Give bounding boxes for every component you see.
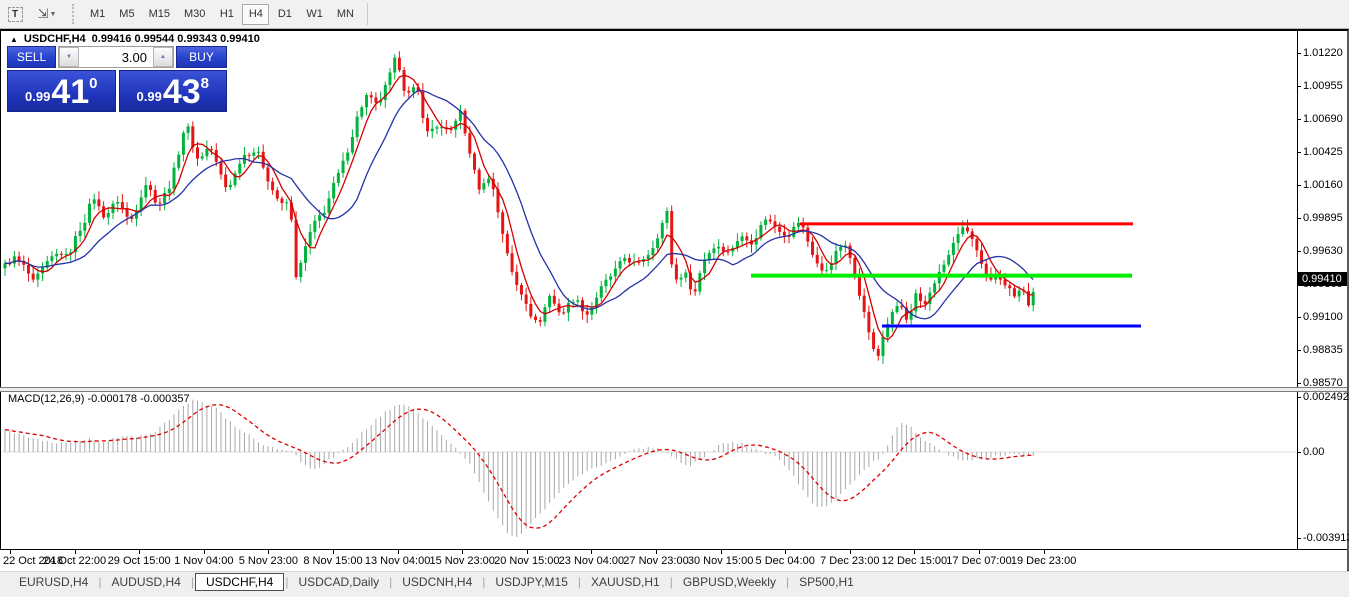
macd-name: MACD(12,26,9) [8, 393, 84, 405]
current-price-marker: 0.99410 [1298, 272, 1347, 286]
buy-price-prefix: 0.99 [137, 89, 162, 104]
sell-price-big: 41 [51, 73, 89, 111]
macd-tick-label: 0.002492 [1303, 391, 1349, 403]
price-tick-mark [1297, 383, 1301, 384]
price-tick-label: 1.01220 [1303, 47, 1343, 59]
sell-button[interactable]: SELL [7, 46, 56, 68]
macd-tick-mark [1297, 538, 1301, 539]
time-tick-mark [268, 550, 269, 554]
chart-title: ▲ USDCHF,H4 0.99416 0.99544 0.99343 0.99… [10, 33, 260, 45]
time-tick-label: 17 Dec 07:00 [946, 555, 1011, 567]
time-tick-label: 7 Dec 23:00 [820, 555, 879, 567]
time-tick-label: 15 Nov 23:00 [429, 555, 494, 567]
price-tick-mark [1297, 185, 1301, 186]
price-tick-label: 1.00955 [1303, 80, 1343, 92]
time-tick-mark [139, 550, 140, 554]
horizontal-level-lines[interactable] [751, 224, 1141, 326]
time-tick-mark [914, 550, 915, 554]
trading-terminal: T ⇲ ▼ M1M5M15M30H1H4D1W1MN ▲ USDCHF,H4 0… [0, 0, 1349, 597]
time-tick-label: 12 Dec 15:00 [882, 555, 947, 567]
price-tick-mark [1297, 317, 1301, 318]
time-tick-label: 20 Nov 15:00 [494, 555, 559, 567]
time-tick-mark [398, 550, 399, 554]
price-tick-mark [1297, 251, 1301, 252]
volume-input[interactable] [79, 47, 153, 67]
buy-price-big: 43 [163, 73, 201, 111]
time-tick-label: 13 Nov 04:00 [365, 555, 430, 567]
sell-price-pipette: 0 [89, 75, 97, 92]
time-tick-mark [75, 550, 76, 554]
buy-price-button[interactable]: 0.99 43 8 [119, 70, 228, 112]
sell-price-button[interactable]: 0.99 41 0 [7, 70, 116, 112]
time-tick-mark [10, 550, 11, 554]
sell-price-prefix: 0.99 [25, 89, 50, 104]
time-axis[interactable]: 22 Oct 201824 Oct 22:0029 Oct 15:001 Nov… [0, 550, 1347, 571]
macd-tick-mark [1297, 397, 1301, 398]
time-tick-label: 23 Nov 04:00 [559, 555, 624, 567]
macd-values: -0.000178 -0.000357 [87, 393, 189, 405]
price-tick-label: 0.98835 [1303, 344, 1343, 356]
time-tick-mark [527, 550, 528, 554]
price-tick-mark [1297, 53, 1301, 54]
macd-tick-mark [1297, 452, 1301, 453]
time-tick-mark [333, 550, 334, 554]
price-tick-label: 0.99895 [1303, 212, 1343, 224]
time-tick-mark [850, 550, 851, 554]
moving-averages [5, 75, 1033, 340]
collapse-panel-icon[interactable]: ▲ [10, 35, 18, 44]
buy-price-pipette: 8 [201, 75, 209, 92]
time-tick-label: 5 Dec 04:00 [756, 555, 815, 567]
time-tick-label: 8 Nov 15:00 [303, 555, 362, 567]
time-tick-label: 30 Nov 15:00 [688, 555, 753, 567]
time-tick-mark [204, 550, 205, 554]
volume-increase-button[interactable]: ▲ [153, 47, 173, 67]
trade-panel-price-row: 0.99 41 0 0.99 43 8 [7, 70, 227, 112]
time-tick-mark [785, 550, 786, 554]
price-tick-label: 1.00160 [1303, 179, 1343, 191]
symbol-period-label: USDCHF,H4 [24, 33, 86, 45]
time-tick-mark [462, 550, 463, 554]
price-tick-label: 0.99100 [1303, 311, 1343, 323]
volume-decrease-button[interactable]: ▼ [59, 47, 79, 67]
one-click-trading-panel: SELL ▼ ▲ BUY 0.99 41 0 0.99 43 8 [7, 46, 227, 112]
macd-histogram [5, 400, 1033, 537]
trade-panel-top-row: SELL ▼ ▲ BUY [7, 46, 227, 68]
price-tick-label: 1.00690 [1303, 113, 1343, 125]
time-tick-label: 24 Oct 22:00 [43, 555, 106, 567]
time-tick-label: 5 Nov 23:00 [239, 555, 298, 567]
macd-indicator-label: MACD(12,26,9) -0.000178 -0.000357 [8, 393, 190, 405]
time-tick-mark [656, 550, 657, 554]
price-tick-mark [1297, 350, 1301, 351]
time-tick-label: 19 Dec 23:00 [1011, 555, 1076, 567]
time-tick-label: 29 Oct 15:00 [108, 555, 171, 567]
time-tick-label: 27 Nov 23:00 [623, 555, 688, 567]
price-tick-label: 1.00425 [1303, 146, 1343, 158]
macd-signal-line [5, 405, 1033, 529]
time-tick-mark [721, 550, 722, 554]
time-tick-mark [591, 550, 592, 554]
price-tick-mark [1297, 152, 1301, 153]
volume-control: ▼ ▲ [58, 46, 174, 68]
ohlc-values: 0.99416 0.99544 0.99343 0.99410 [92, 33, 260, 45]
price-tick-mark [1297, 218, 1301, 219]
time-tick-label: 1 Nov 04:00 [174, 555, 233, 567]
price-tick-mark [1297, 119, 1301, 120]
time-tick-mark [979, 550, 980, 554]
macd-tick-label: 0.00 [1303, 446, 1324, 458]
time-tick-mark [1044, 550, 1045, 554]
price-tick-label: 0.99630 [1303, 245, 1343, 257]
buy-button[interactable]: BUY [176, 46, 227, 68]
price-tick-mark [1297, 86, 1301, 87]
price-tick-label: 0.98570 [1303, 377, 1343, 389]
macd-tick-label: -0.003913 [1303, 532, 1349, 544]
